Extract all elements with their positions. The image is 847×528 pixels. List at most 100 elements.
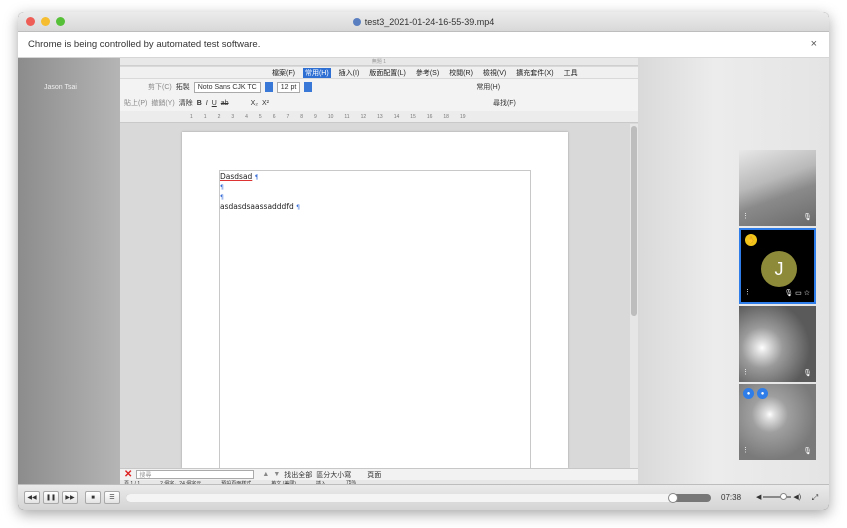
doc-line-4[interactable]: asdasdsaassadddfd ¶ (220, 202, 300, 211)
menu-file[interactable]: 檔案(F) (270, 68, 297, 78)
ruler-tick: 1 (203, 113, 207, 120)
size-dropdown-icon[interactable] (304, 82, 313, 92)
ruler-tick: 19 (459, 113, 466, 120)
volume-control[interactable]: ◀ ◀) (756, 493, 801, 501)
infobar-close-icon[interactable]: × (811, 38, 817, 50)
more-options-icon[interactable]: ⋮ (742, 368, 749, 376)
writer-title-bar: 無題 1 (120, 58, 638, 66)
pause-button[interactable]: ❚❚ (43, 491, 59, 504)
font-size-select[interactable]: 12 pt (276, 81, 301, 93)
window-controls (26, 17, 65, 26)
menu-extensions[interactable]: 擴充套件(X) (514, 68, 555, 78)
doc-line-text: asdasdsaassadddfd (220, 202, 294, 211)
ruler-tick: 15 (410, 113, 416, 120)
mic-muted-icon: 🎙 (803, 370, 812, 377)
page-nav-select[interactable]: 頁面 (367, 470, 381, 480)
infobar-message: Chrome is being controlled by automated … (28, 39, 261, 50)
copy-format-button[interactable]: 拓製 (176, 82, 190, 92)
close-find-icon[interactable]: ✕ (124, 469, 132, 480)
undo-button[interactable]: 撤銷(Y) (151, 98, 174, 108)
hand-raise-icon: ✋ (745, 234, 757, 246)
superscript-button[interactable]: X² (262, 100, 269, 107)
menu-tools[interactable]: 工具 (562, 68, 580, 78)
bold-button[interactable]: B (197, 100, 202, 107)
find-search-input[interactable]: 搜尋 (136, 470, 255, 479)
menu-references[interactable]: 參考(S) (414, 68, 441, 78)
find-toolbar: ✕ 搜尋 ▲ ▼ 找出全部 區分大小寫 頁面 (120, 468, 638, 480)
ruler-tick: 16 (426, 113, 433, 120)
more-options-icon[interactable]: ⋮ (742, 212, 749, 220)
volume-high-icon: ◀) (793, 494, 802, 501)
volume-low-icon: ◀ (756, 494, 762, 501)
vertical-scrollbar[interactable] (630, 124, 638, 468)
doc-line-2[interactable]: ¶ (220, 182, 224, 191)
pilcrow-icon: ¶ (296, 204, 300, 211)
volume-knob[interactable] (780, 493, 788, 500)
pilcrow-icon: ¶ (254, 174, 259, 181)
participant-tile[interactable]: ⋮ 🎙 (739, 306, 816, 382)
fast-forward-button[interactable]: ▶▶ (62, 491, 78, 504)
seek-bar-knob[interactable] (667, 493, 678, 503)
stop-button[interactable]: ■ (85, 491, 101, 504)
menu-view[interactable]: 檢視(V) (481, 68, 508, 78)
find-next-icon[interactable]: ▼ (273, 471, 280, 478)
paste-button[interactable]: 貼上(P) (124, 98, 147, 108)
more-options-icon[interactable]: ⋮ (744, 288, 751, 296)
video-file-icon (352, 17, 361, 26)
minimize-window-button[interactable] (41, 17, 50, 26)
ruler-tick: 13 (377, 113, 383, 120)
pilcrow-icon: ¶ (220, 184, 224, 191)
ruler-tick: 6 (272, 113, 276, 120)
close-window-button[interactable] (26, 17, 35, 26)
menu-layout[interactable]: 版面配置(L) (367, 68, 408, 78)
participant-tile[interactable]: ⋮ 🎙 (739, 150, 816, 226)
writer-doc-title: 無題 1 (371, 59, 387, 65)
rewind-button[interactable]: ◀◀ (24, 491, 40, 504)
avatar: J (761, 251, 797, 287)
ruler-tick: 8 (300, 113, 304, 120)
seek-bar[interactable] (126, 493, 711, 503)
time-display: 07:38 (721, 493, 742, 502)
underline-button[interactable]: U (212, 100, 217, 107)
volume-slider[interactable] (763, 493, 792, 500)
fullscreen-icon[interactable]: ⤢ (807, 491, 823, 504)
font-name-select[interactable]: Noto Sans CJK TC (193, 81, 261, 93)
left-video-pane: Jason Tsai (18, 58, 120, 484)
toolbar-row-1: 剪下(C) 拓製 Noto Sans CJK TC 12 pt 常用(H) (120, 79, 638, 95)
menu-insert[interactable]: 插入(I) (337, 68, 362, 78)
pilcrow-icon: ¶ (220, 194, 224, 201)
ruler-tick: 1 (190, 113, 193, 120)
participant-tile-active[interactable]: ✋ J ⋮ 🎙 ▭ ☆ (739, 228, 816, 304)
document-page[interactable]: Dasdsad ¶ ¶ ¶ asdasdsaassadddfd ¶ (182, 132, 568, 468)
more-options-icon[interactable]: ⋮ (742, 446, 749, 454)
playlist-menu-button[interactable]: ☰ (104, 491, 120, 504)
match-case-checkbox[interactable]: 區分大小寫 (316, 470, 351, 480)
italic-button[interactable]: I (206, 100, 208, 107)
automation-infobar: Chrome is being controlled by automated … (18, 32, 829, 58)
window-title: test3_2021-01-24-16-55-39.mp4 (352, 16, 495, 27)
clear-format-button[interactable]: 清除 (179, 98, 193, 108)
toolbar-row-2: 貼上(P) 撤銷(Y) 清除 B I U ab X₂ X² 尋找(F) (120, 95, 638, 111)
mic-muted-icon: 🎙 (803, 214, 812, 221)
ruler-tick: 18 (443, 113, 449, 120)
font-dropdown-icon[interactable] (264, 82, 273, 92)
ruler-tick: 3 (231, 113, 235, 120)
find-all-button[interactable]: 找出全部 (284, 470, 312, 480)
window-title-text: test3_2021-01-24-16-55-39.mp4 (364, 16, 495, 27)
menu-review[interactable]: 校閱(R) (447, 68, 475, 78)
horizontal-ruler: 1 1 2 3 4 5 6 7 8 9 10 11 12 13 14 15 16… (120, 111, 638, 123)
subscript-button[interactable]: X₂ (251, 100, 258, 107)
ruler-tick: 10 (327, 113, 334, 120)
ruler-tick: 2 (217, 113, 221, 120)
participant-tile[interactable]: ● ● ⋮ 🎙 (739, 384, 816, 460)
find-button[interactable]: 尋找(F) (493, 98, 516, 108)
strikethrough-button[interactable]: ab (221, 100, 229, 107)
cut-button[interactable]: 剪下(C) (148, 82, 172, 92)
doc-line-1[interactable]: Dasdsad ¶ (220, 172, 259, 181)
find-prev-icon[interactable]: ▲ (262, 471, 269, 478)
scrollbar-thumb[interactable] (631, 126, 637, 316)
right-home-label[interactable]: 常用(H) (476, 82, 500, 92)
maximize-window-button[interactable] (56, 17, 65, 26)
menu-home[interactable]: 常用(H) (302, 67, 331, 78)
doc-line-3[interactable]: ¶ (220, 192, 224, 201)
